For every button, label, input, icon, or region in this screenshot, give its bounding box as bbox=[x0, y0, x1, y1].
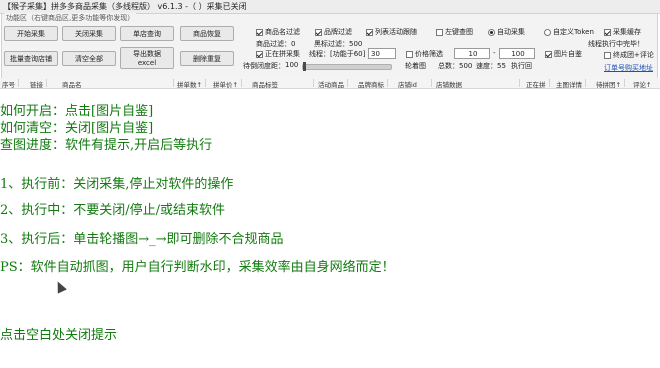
total-value: 500 bbox=[459, 62, 473, 70]
wait-slider[interactable] bbox=[302, 62, 392, 71]
slider-thumb[interactable] bbox=[303, 62, 306, 71]
speed-text: 速度：55 bbox=[476, 61, 506, 71]
filter-count-label: 商品过滤： bbox=[256, 40, 291, 48]
thread-label: 线程：[功能于60] bbox=[309, 50, 366, 58]
clear-all-button[interactable]: 清空全部 bbox=[62, 51, 116, 66]
price-min-input[interactable]: 10 bbox=[454, 48, 490, 59]
column-header[interactable]: 品牌商标 bbox=[358, 79, 388, 89]
shop-query-button[interactable]: 单店查询 bbox=[120, 26, 174, 41]
checkbox-box bbox=[604, 51, 611, 59]
order-link[interactable]: 订单号购买地址 bbox=[604, 63, 653, 73]
total-text: 总数：500 bbox=[438, 61, 472, 71]
column-header[interactable]: 商品标签 bbox=[252, 79, 314, 89]
column-header[interactable]: 店铺数据 bbox=[436, 79, 520, 89]
checkbox-box bbox=[604, 28, 611, 36]
price-filter-label: 价格筛选 bbox=[415, 50, 443, 58]
radio-dot bbox=[488, 28, 495, 36]
name-filter-label: 商品名过滤 bbox=[265, 28, 300, 36]
tip-line: 1、执行前：关闭采集,停止对软件的操作 bbox=[0, 177, 234, 192]
auto-collect-radio[interactable]: 自动采集 bbox=[488, 27, 525, 37]
left-key-view-checkbox[interactable]: 左键查图 bbox=[436, 27, 473, 37]
checkbox-box bbox=[256, 28, 263, 36]
collecting-label: 正在拼采集 bbox=[265, 50, 300, 58]
custom-token-radio[interactable]: 自定义Token bbox=[544, 27, 594, 37]
column-header[interactable]: 拼单数↑ bbox=[177, 79, 206, 89]
filter-count-value: 0 bbox=[291, 40, 296, 48]
finish-review-checkbox[interactable]: 终成团+评论 bbox=[604, 50, 654, 60]
window-title: 【猴子采集】拼多多商品采集（多线程版） v6.1.3 -（ ）采集已关闭 bbox=[3, 2, 247, 11]
collecting-checkbox[interactable]: 正在拼采集 bbox=[256, 49, 300, 59]
restore-goods-button[interactable]: 商品恢复 bbox=[180, 26, 234, 41]
checkbox-box bbox=[436, 28, 443, 36]
export-excel-button[interactable]: 导出数据 excel bbox=[120, 47, 174, 69]
tip-line: 查图进度：软件有提示,开启后等执行 bbox=[0, 138, 213, 153]
checkbox-box bbox=[366, 28, 373, 36]
collect-cache-label: 采集缓存 bbox=[613, 28, 641, 36]
total-label: 总数： bbox=[438, 62, 459, 70]
black-filter-label: 黑标过滤： bbox=[314, 40, 349, 48]
table-header: 序号 链接 商品名 拼单数↑ 拼单价↑ 商品标签 活动商品 品牌商标 店铺id … bbox=[0, 78, 660, 89]
batch-shop-query-button[interactable]: 批量查询店铺 bbox=[4, 51, 58, 66]
brand-filter-label: 品牌过滤 bbox=[324, 28, 352, 36]
finish-review-label: 终成团+评论 bbox=[613, 51, 654, 59]
wait-label: 待倒闭度距： bbox=[243, 62, 285, 70]
checkbox-box bbox=[256, 50, 263, 58]
function-panel: 功能区（右键商品区,更多功能等你发现） 开始采集 关闭采集 单店查询 商品恢复 … bbox=[1, 13, 658, 79]
price-max-input[interactable]: 100 bbox=[499, 48, 535, 59]
thread-status: 线程执行中完毕！ bbox=[588, 40, 644, 48]
tip-line: PS：软件自动抓图，用户自行判断水印，采集效率由自身网络而定！ bbox=[0, 260, 395, 275]
speed-value: 55 bbox=[497, 62, 506, 70]
column-header[interactable]: 评论↑ bbox=[633, 79, 654, 89]
black-filter-text: 黑标过滤：500 bbox=[314, 39, 362, 49]
column-header[interactable]: 商品名 bbox=[62, 79, 174, 89]
export-excel-label: 导出数据 excel bbox=[133, 50, 161, 67]
thread-input[interactable]: 30 bbox=[368, 48, 396, 59]
name-filter-checkbox[interactable]: 商品名过滤 bbox=[256, 27, 300, 37]
price-filter-checkbox[interactable]: 价格筛选 bbox=[406, 49, 443, 59]
wait-value: 100 bbox=[285, 61, 299, 69]
column-header[interactable]: 主图详情 bbox=[556, 79, 586, 89]
tip-line: 3、执行后：单击轮播图→_→即可删除不合规商品 bbox=[0, 232, 284, 247]
delete-duplicate-button[interactable]: 删除重复 bbox=[180, 51, 234, 66]
column-header[interactable]: 正在拼 bbox=[526, 79, 550, 89]
column-header[interactable]: 活动商品 bbox=[318, 79, 348, 89]
filter-count-text: 商品过滤：0 bbox=[256, 39, 295, 49]
stop-collect-button[interactable]: 关闭采集 bbox=[62, 26, 116, 41]
auto-collect-label: 自动采集 bbox=[497, 28, 525, 36]
image-self-check-checkbox[interactable]: 图片自鉴 bbox=[545, 49, 582, 59]
image-self-check-label: 图片自鉴 bbox=[554, 50, 582, 58]
price-separator: - bbox=[493, 49, 496, 57]
column-header[interactable]: 序号 bbox=[2, 79, 19, 89]
column-header[interactable]: 店铺id bbox=[398, 79, 432, 89]
collect-cache-checkbox[interactable]: 采集缓存 bbox=[604, 27, 641, 37]
list-tracking-checkbox[interactable]: 列表活动跟随 bbox=[366, 27, 417, 37]
window-titlebar: 【猴子采集】拼多多商品采集（多线程版） v6.1.3 -（ ）采集已关闭 bbox=[0, 0, 660, 14]
black-filter-value: 500 bbox=[349, 40, 363, 48]
checkbox-box bbox=[406, 50, 413, 58]
speed-label: 速度： bbox=[476, 62, 497, 70]
function-panel-label: 功能区（右键商品区,更多功能等你发现） bbox=[4, 13, 137, 23]
custom-token-label: 自定义Token bbox=[553, 28, 594, 36]
roll-label: 轮着图 bbox=[405, 62, 426, 70]
exec-status: 执行回 bbox=[511, 62, 532, 70]
close-tip-hint[interactable]: 点击空白处关闭提示 bbox=[0, 324, 117, 343]
radio-dot bbox=[544, 28, 551, 36]
tip-line: 2、执行中：不要关闭/停止/或结束软件 bbox=[0, 203, 226, 218]
checkbox-box bbox=[315, 28, 322, 36]
mouse-cursor-icon bbox=[53, 279, 67, 294]
checkbox-box bbox=[545, 50, 552, 58]
start-collect-button[interactable]: 开始采集 bbox=[4, 26, 58, 41]
column-header[interactable]: 拼单价↑ bbox=[213, 79, 242, 89]
column-header[interactable]: 待拼团↑ bbox=[596, 79, 625, 89]
column-header[interactable]: 链接 bbox=[30, 79, 47, 89]
list-tracking-label: 列表活动跟随 bbox=[375, 28, 417, 36]
left-key-view-label: 左键查图 bbox=[445, 28, 473, 36]
brand-filter-checkbox[interactable]: 品牌过滤 bbox=[315, 27, 352, 37]
